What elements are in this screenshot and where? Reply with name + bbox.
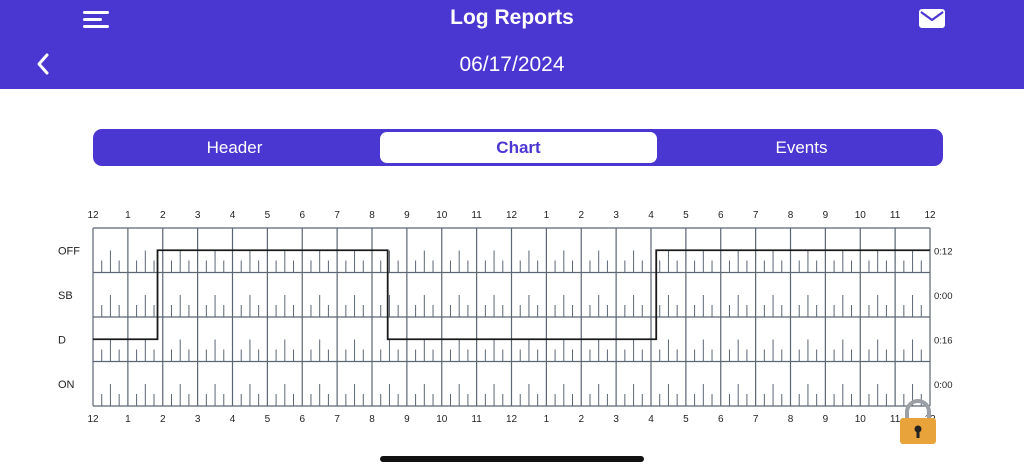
status-row-total: 0:00	[934, 380, 953, 391]
hour-label: 5	[265, 210, 271, 221]
status-row-total: 0:16	[934, 335, 953, 346]
tab-header[interactable]: Header	[93, 129, 376, 166]
app-bar: Log Reports 06/17/2024	[0, 0, 1024, 89]
hour-label: 5	[683, 414, 689, 425]
hour-label: 8	[788, 210, 794, 221]
page-title: Log Reports	[450, 6, 574, 29]
status-row-label: ON	[58, 379, 75, 391]
hour-label: 7	[334, 414, 340, 425]
status-row-label: D	[58, 334, 66, 346]
hour-label: 9	[404, 414, 410, 425]
hour-label: 7	[334, 210, 340, 221]
hour-label: 2	[578, 210, 584, 221]
tab-chart[interactable]: Chart	[380, 132, 657, 163]
hour-label: 1	[544, 414, 550, 425]
hour-label: 5	[265, 414, 271, 425]
hour-label: 12	[87, 414, 99, 425]
status-row-label: OFF	[58, 245, 80, 257]
hour-label: 4	[648, 414, 654, 425]
home-indicator	[380, 456, 644, 462]
hour-label: 9	[823, 414, 829, 425]
hour-label: 6	[299, 414, 305, 425]
hour-label: 10	[855, 414, 867, 425]
hour-label: 3	[195, 210, 201, 221]
hour-label: 4	[230, 414, 236, 425]
hour-label: 12	[87, 210, 99, 221]
padlock-icon[interactable]	[897, 398, 939, 446]
tab-events[interactable]: Events	[660, 129, 943, 166]
hour-label: 12	[506, 414, 518, 425]
hour-label: 12	[506, 210, 518, 221]
hour-label: 8	[369, 414, 375, 425]
hour-label: 9	[404, 210, 410, 221]
hour-label: 11	[890, 210, 901, 221]
hour-label: 8	[369, 210, 375, 221]
status-row-total: 0:12	[934, 246, 953, 257]
hour-label: 11	[471, 414, 482, 425]
hour-label: 6	[718, 210, 724, 221]
hour-label: 10	[436, 210, 448, 221]
hour-label: 3	[613, 210, 619, 221]
hour-label: 9	[823, 210, 829, 221]
log-date: 06/17/2024	[459, 53, 565, 76]
hour-label: 6	[299, 210, 305, 221]
hour-label: 4	[648, 210, 654, 221]
hour-label: 8	[788, 414, 794, 425]
log-chart-svg: 1212112233445566778899101011111212112233…	[58, 210, 953, 425]
hour-label: 3	[613, 414, 619, 425]
status-row-total: 0:00	[934, 291, 953, 302]
segmented-control: Header Chart Events	[93, 129, 943, 166]
hour-label: 1	[125, 210, 131, 221]
hour-label: 1	[544, 210, 550, 221]
hour-label: 10	[436, 414, 448, 425]
hour-label: 7	[753, 210, 759, 221]
hour-label: 4	[230, 210, 236, 221]
hour-label: 1	[125, 414, 131, 425]
status-row-label: SB	[58, 290, 73, 302]
hour-label: 6	[718, 414, 724, 425]
hour-label: 11	[471, 210, 482, 221]
hour-label: 7	[753, 414, 759, 425]
hour-label: 10	[855, 210, 867, 221]
mail-icon[interactable]	[917, 6, 947, 32]
hour-label: 5	[683, 210, 689, 221]
hour-label: 2	[578, 414, 584, 425]
hour-label: 12	[924, 210, 936, 221]
hour-label: 3	[195, 414, 201, 425]
hour-label: 2	[160, 414, 166, 425]
log-chart: 12 12 1 1 2 2 3 3 4 4 5 5 6 6 7 7 8 8 9 9 10 10 11 11 12 12 1 1 2 2 3 3…	[50, 200, 970, 435]
hour-label: 2	[160, 210, 166, 221]
